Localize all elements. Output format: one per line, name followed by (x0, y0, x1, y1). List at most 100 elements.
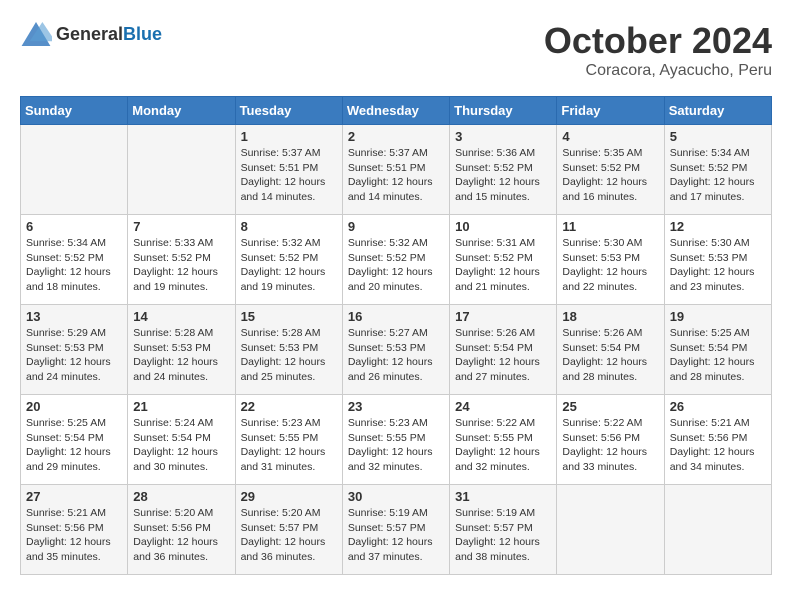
sunrise-text: Sunrise: 5:30 AM (562, 236, 658, 251)
sunset-text: Sunset: 5:52 PM (348, 251, 444, 266)
calendar-cell: 6Sunrise: 5:34 AMSunset: 5:52 PMDaylight… (21, 215, 128, 305)
daylight-text: Daylight: 12 hours and 18 minutes. (26, 265, 122, 294)
day-info: Sunrise: 5:21 AMSunset: 5:56 PMDaylight:… (26, 506, 122, 565)
daylight-text: Daylight: 12 hours and 32 minutes. (348, 445, 444, 474)
calendar-cell: 22Sunrise: 5:23 AMSunset: 5:55 PMDayligh… (235, 395, 342, 485)
day-info: Sunrise: 5:19 AMSunset: 5:57 PMDaylight:… (455, 506, 551, 565)
sunset-text: Sunset: 5:53 PM (348, 341, 444, 356)
logo-general-text: General (56, 24, 123, 45)
sunset-text: Sunset: 5:55 PM (241, 431, 337, 446)
sunrise-text: Sunrise: 5:25 AM (670, 326, 766, 341)
day-info: Sunrise: 5:32 AMSunset: 5:52 PMDaylight:… (348, 236, 444, 295)
calendar-cell: 30 Sunrise: 5:19 AMSunset: 5:57 PMDayligh… (342, 485, 449, 575)
calendar-week-row: 27 Sunrise: 5:21 AMSunset: 5:56 PMDayligh… (21, 485, 772, 575)
daylight-text: Daylight: 12 hours and 22 minutes. (562, 265, 658, 294)
daylight-text: Daylight: 12 hours and 34 minutes. (670, 445, 766, 474)
day-info: Sunrise: 5:26 AMSunset: 5:54 PMDaylight:… (455, 326, 551, 385)
calendar-week-row: 1 Sunrise: 5:37 AMSunset: 5:51 PMDaylight… (21, 125, 772, 215)
day-info: Sunrise: 5:32 AMSunset: 5:52 PMDaylight:… (241, 236, 337, 295)
daylight-text: Daylight: 12 hours and 21 minutes. (455, 265, 551, 294)
sunset-text: Sunset: 5:51 PM (348, 161, 444, 176)
sunrise-text: Sunrise: 5:28 AM (241, 326, 337, 341)
sunrise-text: Sunrise: 5:34 AM (670, 146, 766, 161)
day-number: 9 (348, 219, 444, 234)
day-info: Sunrise: 5:30 AMSunset: 5:53 PMDaylight:… (670, 236, 766, 295)
day-number: 13 (26, 309, 122, 324)
daylight-text: Daylight: 12 hours and 28 minutes. (562, 355, 658, 384)
sunset-text: Sunset: 5:54 PM (562, 341, 658, 356)
day-info: Sunrise: 5:37 AMSunset: 5:51 PMDaylight:… (241, 146, 337, 205)
sunrise-text: Sunrise: 5:29 AM (26, 326, 122, 341)
day-info: Sunrise: 5:21 AMSunset: 5:56 PMDaylight:… (670, 416, 766, 475)
sunrise-text: Sunrise: 5:35 AM (562, 146, 658, 161)
sunset-text: Sunset: 5:52 PM (241, 251, 337, 266)
calendar-cell: 12Sunrise: 5:30 AMSunset: 5:53 PMDayligh… (664, 215, 771, 305)
day-number: 23 (348, 399, 444, 414)
calendar-cell (128, 125, 235, 215)
sunset-text: Sunset: 5:56 PM (562, 431, 658, 446)
sunrise-text: Sunrise: 5:19 AM (455, 506, 551, 521)
weekday-header-row: SundayMondayTuesdayWednesdayThursdayFrid… (21, 97, 772, 125)
day-number: 30 (348, 489, 444, 504)
calendar-cell: 23 Sunrise: 5:23 AMSunset: 5:55 PMDayligh… (342, 395, 449, 485)
day-info: Sunrise: 5:22 AMSunset: 5:56 PMDaylight:… (562, 416, 658, 475)
day-info: Sunrise: 5:19 AMSunset: 5:57 PMDaylight:… (348, 506, 444, 565)
daylight-text: Daylight: 12 hours and 36 minutes. (133, 535, 229, 564)
daylight-text: Daylight: 12 hours and 14 minutes. (348, 175, 444, 204)
calendar-week-row: 13Sunrise: 5:29 AMSunset: 5:53 PMDayligh… (21, 305, 772, 395)
calendar-cell: 11Sunrise: 5:30 AMSunset: 5:53 PMDayligh… (557, 215, 664, 305)
day-number: 2 (348, 129, 444, 144)
location-subtitle: Coracora, Ayacucho, Peru (544, 62, 772, 80)
day-number: 31 (455, 489, 551, 504)
day-number: 1 (241, 129, 337, 144)
day-number: 18 (562, 309, 658, 324)
day-number: 24 (455, 399, 551, 414)
daylight-text: Daylight: 12 hours and 15 minutes. (455, 175, 551, 204)
sunrise-text: Sunrise: 5:22 AM (562, 416, 658, 431)
sunset-text: Sunset: 5:52 PM (133, 251, 229, 266)
day-number: 26 (670, 399, 766, 414)
daylight-text: Daylight: 12 hours and 16 minutes. (562, 175, 658, 204)
sunset-text: Sunset: 5:57 PM (455, 521, 551, 536)
sunset-text: Sunset: 5:52 PM (670, 161, 766, 176)
day-number: 25 (562, 399, 658, 414)
logo-icon (20, 20, 52, 48)
daylight-text: Daylight: 12 hours and 36 minutes. (241, 535, 337, 564)
sunset-text: Sunset: 5:54 PM (670, 341, 766, 356)
sunrise-text: Sunrise: 5:20 AM (133, 506, 229, 521)
day-info: Sunrise: 5:29 AMSunset: 5:53 PMDaylight:… (26, 326, 122, 385)
sunrise-text: Sunrise: 5:33 AM (133, 236, 229, 251)
sunrise-text: Sunrise: 5:26 AM (455, 326, 551, 341)
sunset-text: Sunset: 5:53 PM (670, 251, 766, 266)
calendar-body: 1 Sunrise: 5:37 AMSunset: 5:51 PMDaylight… (21, 125, 772, 575)
day-info: Sunrise: 5:34 AMSunset: 5:52 PMDaylight:… (26, 236, 122, 295)
calendar-cell: 28Sunrise: 5:20 AMSunset: 5:56 PMDayligh… (128, 485, 235, 575)
sunrise-text: Sunrise: 5:21 AM (26, 506, 122, 521)
title-area: October 2024 Coracora, Ayacucho, Peru (544, 20, 772, 80)
day-number: 22 (241, 399, 337, 414)
day-info: Sunrise: 5:23 AMSunset: 5:55 PMDaylight:… (348, 416, 444, 475)
sunrise-text: Sunrise: 5:20 AM (241, 506, 337, 521)
calendar-cell: 18 Sunrise: 5:26 AMSunset: 5:54 PMDayligh… (557, 305, 664, 395)
sunrise-text: Sunrise: 5:28 AM (133, 326, 229, 341)
sunset-text: Sunset: 5:51 PM (241, 161, 337, 176)
day-number: 27 (26, 489, 122, 504)
calendar-cell (664, 485, 771, 575)
daylight-text: Daylight: 12 hours and 23 minutes. (670, 265, 766, 294)
sunset-text: Sunset: 5:54 PM (455, 341, 551, 356)
daylight-text: Daylight: 12 hours and 28 minutes. (670, 355, 766, 384)
calendar-cell: 21Sunrise: 5:24 AMSunset: 5:54 PMDayligh… (128, 395, 235, 485)
calendar-cell: 7Sunrise: 5:33 AMSunset: 5:52 PMDaylight… (128, 215, 235, 305)
daylight-text: Daylight: 12 hours and 37 minutes. (348, 535, 444, 564)
sunrise-text: Sunrise: 5:23 AM (241, 416, 337, 431)
sunrise-text: Sunrise: 5:36 AM (455, 146, 551, 161)
sunset-text: Sunset: 5:54 PM (26, 431, 122, 446)
sunset-text: Sunset: 5:54 PM (133, 431, 229, 446)
daylight-text: Daylight: 12 hours and 17 minutes. (670, 175, 766, 204)
calendar-table: SundayMondayTuesdayWednesdayThursdayFrid… (20, 96, 772, 575)
logo-blue-text: Blue (123, 24, 162, 45)
day-info: Sunrise: 5:28 AMSunset: 5:53 PMDaylight:… (241, 326, 337, 385)
day-info: Sunrise: 5:26 AMSunset: 5:54 PMDaylight:… (562, 326, 658, 385)
weekday-header-friday: Friday (557, 97, 664, 125)
sunset-text: Sunset: 5:53 PM (241, 341, 337, 356)
